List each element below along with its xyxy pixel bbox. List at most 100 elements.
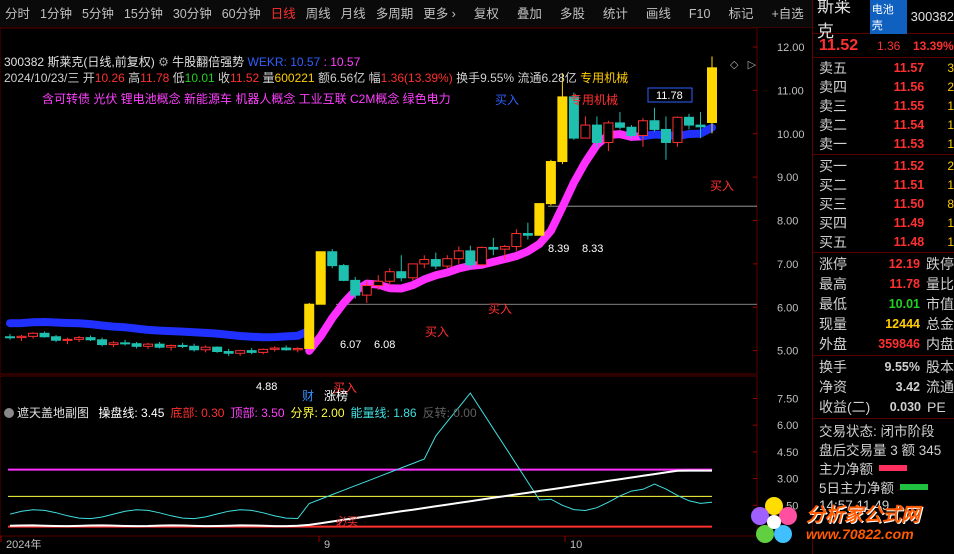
- candle-body: [143, 343, 154, 347]
- concept-tag[interactable]: 电池壳: [869, 0, 907, 34]
- stat-value: 11.78: [889, 277, 920, 291]
- finance-flag-label: 财: [302, 389, 314, 403]
- period-tab-7[interactable]: 周线: [301, 0, 336, 28]
- order-level-label: 买二: [819, 176, 847, 193]
- candle-body: [269, 347, 280, 350]
- sub-chart-frame: [0, 375, 758, 537]
- period-tab-9[interactable]: 多周期: [371, 0, 419, 28]
- candle-body: [488, 246, 499, 250]
- candle-body: [97, 339, 108, 346]
- ask-book: 卖五 11.57 3 卖四 11.56 2 卖三 11.55 1 卖二 11.54 1 卖一 11.53 1: [813, 58, 954, 153]
- stat-row: 收益(二) 0.030 PE: [813, 397, 954, 417]
- order-book-row[interactable]: 卖一 11.53 1: [813, 134, 954, 153]
- diamond-icon[interactable]: ◇: [730, 59, 738, 71]
- order-volume: 1: [947, 215, 954, 230]
- candle-body: [695, 124, 706, 128]
- tool-button-4[interactable]: 画线: [641, 0, 676, 28]
- formula-value-2: : 10.57: [323, 55, 361, 69]
- order-price: 11.49: [893, 215, 925, 230]
- candle-body: [626, 126, 637, 137]
- arrow-right-icon[interactable]: ▷: [748, 59, 756, 71]
- tool-button-2[interactable]: 多股: [555, 0, 590, 28]
- stat-value: 3.42: [895, 380, 920, 394]
- sub-indicator-label: 分界:: [290, 406, 318, 420]
- period-tab-0[interactable]: 分时: [0, 0, 35, 28]
- sub-indicator-title: 遮天盖地副图 操盘线: 3.45 底部: 0.30 顶部: 3.50 分界: 2.00…: [4, 404, 477, 421]
- order-book-row[interactable]: 卖二 11.54 1: [813, 115, 954, 134]
- high-label: 高: [128, 71, 141, 85]
- period-toolbar: 分时 1分钟 5分钟 15分钟 30分钟 60分钟 日线 周线 月线 多周期 更多 › 复权 叠加 多股统…: [0, 0, 847, 28]
- peak-price-label: 11.78: [656, 90, 683, 102]
- stock-code: 300382: [910, 9, 954, 24]
- candle-body: [16, 335, 27, 339]
- period-tab-10[interactable]: 更多 ›: [418, 0, 461, 28]
- period-tab-1[interactable]: 1分钟: [35, 0, 77, 28]
- candle-body: [338, 265, 349, 281]
- order-book-row[interactable]: 买五 11.48 1: [813, 232, 954, 251]
- settings-icon[interactable]: ⚙: [158, 55, 169, 69]
- tool-button-5[interactable]: F10: [684, 0, 716, 28]
- close-label: 收: [218, 71, 231, 85]
- logo-text: 分析家公式网: [806, 505, 921, 526]
- period-tab-6[interactable]: 日线: [266, 0, 301, 28]
- tool-button-0[interactable]: 复权: [469, 0, 504, 28]
- stat-value: 359846: [878, 337, 920, 351]
- y-axis-label: 5.00: [777, 346, 798, 358]
- trade-info-row: 主力净额: [813, 458, 954, 477]
- open-value: 10.26: [94, 71, 125, 85]
- stock-code-name: 300382 斯莱克(日线,前复权): [4, 55, 155, 69]
- high-value: 11.78: [140, 71, 170, 85]
- quote-panel: 斯莱克 电池壳 300382 11.52 1.36 13.39% 卖五 11.57…: [812, 0, 954, 554]
- order-book-row[interactable]: 买二 11.51 1: [813, 175, 954, 194]
- period-tab-3[interactable]: 15分钟: [119, 0, 168, 28]
- period-tab-8[interactable]: 月线: [336, 0, 371, 28]
- price-change: 1.36: [877, 38, 901, 53]
- candle-body: [637, 120, 648, 137]
- order-book-row[interactable]: 卖四 11.56 2: [813, 77, 954, 96]
- stat-label-2: 总金: [926, 316, 954, 332]
- tool-button-1[interactable]: 叠加: [512, 0, 547, 28]
- y-axis-label: 12.00: [777, 42, 805, 54]
- tool-button-3[interactable]: 统计: [598, 0, 633, 28]
- order-level-label: 卖一: [819, 135, 847, 152]
- vol-label: 量: [262, 71, 275, 85]
- order-book-row[interactable]: 卖三 11.55 1: [813, 96, 954, 115]
- candle-body: [51, 336, 62, 341]
- stat-value: 9.55%: [884, 360, 920, 374]
- sub-indicator-name[interactable]: 遮天盖地副图: [17, 406, 89, 420]
- order-book-row[interactable]: 卖五 11.57 3: [813, 58, 954, 77]
- watermark-logo: 分析家公式网 www.70822.com: [740, 492, 954, 554]
- sub-indicator-value: 3.50: [257, 406, 285, 420]
- indicator-toggle-icon[interactable]: [4, 408, 14, 418]
- candle-body: [212, 346, 223, 353]
- sub-y-axis-label: 6.00: [777, 420, 798, 432]
- tool-button-7[interactable]: +自选: [766, 0, 808, 28]
- flower-logo-icon: [751, 497, 797, 543]
- candle-body: [258, 348, 269, 353]
- period-tab-5[interactable]: 60分钟: [217, 0, 266, 28]
- candle-body: [177, 344, 188, 347]
- stats-block-1: 涨停 12.19 跌停 最高 11.78 量比 最低 10.01 市值 现量 12444 总金 外盘 35…: [813, 254, 954, 354]
- tool-button-6[interactable]: 标记: [723, 0, 758, 28]
- stat-label: 换手: [819, 359, 847, 375]
- order-book-row[interactable]: 买四 11.49 1: [813, 213, 954, 232]
- formula-name[interactable]: 牛股翻倍强势: [172, 55, 244, 69]
- low-value: 10.01: [184, 71, 215, 85]
- period-tab-4[interactable]: 30分钟: [168, 0, 217, 28]
- sub-indicator-values: 操盘线: 3.45 底部: 0.30 顶部: 3.50 分界: 2.00 能量线: 1.…: [92, 406, 476, 420]
- close-value: 11.52: [230, 71, 260, 85]
- candle-body: [246, 350, 257, 353]
- candle-body: [407, 263, 418, 279]
- stat-row: 现量 12444 总金: [813, 314, 954, 334]
- candle-body: [315, 251, 326, 305]
- sub-y-axis-label: 7.50: [777, 393, 798, 405]
- candle-body: [396, 271, 407, 279]
- chart-area[interactable]: 12.00 11.00 10.00 9.00 8.00 7.00 6.00 5.00 7.50 6…: [0, 28, 812, 554]
- period-tab-2[interactable]: 5分钟: [77, 0, 119, 28]
- stat-value: 10.01: [888, 297, 920, 311]
- order-book-row[interactable]: 买三 11.50 8: [813, 194, 954, 213]
- order-book-row[interactable]: 买一 11.52 2: [813, 156, 954, 175]
- low-price-label: 4.88: [256, 381, 277, 393]
- range-value: 1.36(13.39%): [380, 71, 453, 85]
- sub-y-axis-label: 3.00: [777, 474, 798, 486]
